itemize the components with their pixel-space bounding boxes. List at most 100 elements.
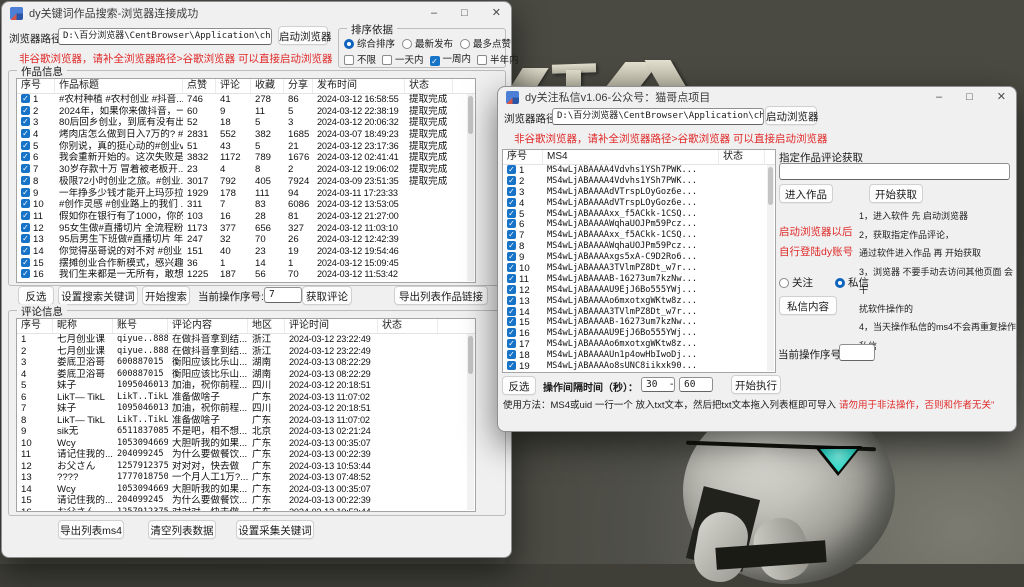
table-row[interactable]: 5 妹子 1095046013 加油，祝你前程... 四川 2024-03-12… xyxy=(17,380,475,392)
table-row[interactable]: 4 娄底卫浴哥 600887015 衡阳应该比乐山... 湖南 2024-03-… xyxy=(17,369,475,381)
start-execute-button[interactable]: 开始执行 xyxy=(731,375,781,394)
comments-table[interactable]: 序号 昵称 账号 评论内容 地区 评论时间 状态 1 七月创业课 qiyue..… xyxy=(16,318,476,512)
works-table[interactable]: 序号 作品标题 点赞 评论 收藏 分享 发布时间 状态 ✓1 #农村种植 #农村… xyxy=(16,78,476,283)
check-icon[interactable]: ✓ xyxy=(21,234,30,243)
table-row[interactable]: ✓17 MS4wLjABAAAAo6mxotxgWKtw8z... xyxy=(503,339,775,350)
radio-icon[interactable] xyxy=(402,39,412,49)
table-row[interactable]: ✓14 MS4wLjABAAAA3TVlmPZ8Dt_w7r... xyxy=(503,307,775,318)
title-bar[interactable]: dy关注私信v1.06-公众号：猫哥点项目 – □ ✕ xyxy=(498,87,1016,107)
time-filter-checkbox[interactable]: 不限 xyxy=(344,52,376,66)
export-work-links-button[interactable]: 导出列表作品链接 xyxy=(394,286,488,305)
check-icon[interactable]: ✓ xyxy=(21,258,30,267)
table-row[interactable]: ✓9 MS4wLjABAAAAxgs5xA-C9D2Ro6... xyxy=(503,252,775,263)
check-icon[interactable]: ✓ xyxy=(507,241,516,250)
export-ms4-button[interactable]: 导出列表ms4 xyxy=(58,520,124,539)
current-index-input[interactable]: 7 xyxy=(264,287,302,303)
clear-list-button[interactable]: 清空列表数据 xyxy=(148,520,216,539)
table-row[interactable]: ✓9 一年挣多少钱才能开上玛莎拉... 1929 178 111 94 2024… xyxy=(17,188,475,200)
dm-content-button[interactable]: 私信内容 xyxy=(779,296,837,315)
invert-selection-button[interactable]: 反选 xyxy=(18,286,54,305)
sort-radio[interactable]: 综合排序 xyxy=(344,36,395,50)
table-row[interactable]: ✓1 #农村种植 #农村创业 #抖音... 746 41 278 86 2024… xyxy=(17,94,475,106)
table-row[interactable]: ✓14 你觉得巫哥说的对不对 #创业... 151 40 23 19 2024-… xyxy=(17,246,475,258)
check-icon[interactable]: ✓ xyxy=(507,187,516,196)
checkbox-icon[interactable] xyxy=(382,55,392,65)
check-icon[interactable]: ✓ xyxy=(21,223,30,232)
check-icon[interactable]: ✓ xyxy=(507,307,516,316)
table-row[interactable]: ✓18 MS4wLjABAAAAUn1p4owHbIwoDj... xyxy=(503,350,775,361)
check-icon[interactable]: ✓ xyxy=(21,269,30,278)
table-row[interactable]: ✓1 MS4wLjABAAAA4Vdvhs1YSh7PWK... xyxy=(503,165,775,176)
minimize-icon[interactable]: – xyxy=(431,8,437,19)
check-icon[interactable]: ✓ xyxy=(21,176,30,185)
check-icon[interactable]: ✓ xyxy=(507,285,516,294)
table-row[interactable]: ✓5 你别说，真的挺心动的#创业vlog 51 43 5 21 2024-03-… xyxy=(17,141,475,153)
check-icon[interactable]: ✓ xyxy=(21,94,30,103)
table-row[interactable]: ✓11 假如你在银行有了1000，你的... 103 16 28 81 2024… xyxy=(17,211,475,223)
ms4-table[interactable]: 序号 MS4 状态 ✓1 MS4wLjABAAAA4Vdvhs1YSh7PWK.… xyxy=(502,149,776,373)
table-row[interactable]: 3 娄底卫浴哥 600887015 衡阳应该比乐山... 湖南 2024-03-… xyxy=(17,357,475,369)
table-row[interactable]: ✓13 95后男生下班做#直播切片 年... 247 32 70 26 2024… xyxy=(17,234,475,246)
table-row[interactable]: ✓4 MS4wLjABAAAAdVTrspLOyGoz6e... xyxy=(503,198,775,209)
table-row[interactable]: 2 七月创业课 qiyue..888 在做抖音拿到结... 浙江 2024-03… xyxy=(17,346,475,358)
table-row[interactable]: ✓7 MS4wLjABAAAAxx_f5ACkk-1CSQ... xyxy=(503,230,775,241)
radio-icon[interactable] xyxy=(835,278,845,288)
table-row[interactable]: 10 Wcy 1053094669 大胆听我的如果... 广东 2024-03-… xyxy=(17,438,475,450)
table-row[interactable]: ✓16 我们生来都是一无所有，敢想... 1225 187 56 70 2024… xyxy=(17,269,475,281)
scrollbar-thumb[interactable] xyxy=(468,96,473,134)
table-row[interactable]: 14 Wcy 1053094669 大胆听我的如果... 广东 2024-03-… xyxy=(17,484,475,496)
start-get-button[interactable]: 开始获取 xyxy=(869,184,923,203)
table-row[interactable]: ✓2 MS4wLjABAAAA4Vdvhs1YSh7PWK... xyxy=(503,176,775,187)
check-icon[interactable]: ✓ xyxy=(507,339,516,348)
check-icon[interactable]: ✓ xyxy=(507,230,516,239)
close-icon[interactable]: ✕ xyxy=(492,8,501,19)
table-row[interactable]: ✓12 95女生做#直播切片 全流程粉... 1173 377 656 327 … xyxy=(17,223,475,235)
set-search-keywords-button[interactable]: 设置搜索关键词 xyxy=(58,286,138,305)
table-row[interactable]: ✓13 MS4wLjABAAAAo6mxotxgWKtw8z... xyxy=(503,296,775,307)
table-row[interactable]: 8 LikT— TikL LikT..TikL 准备做啥子 广东 2024-03… xyxy=(17,415,475,427)
radio-icon[interactable] xyxy=(460,39,470,49)
checkbox-icon[interactable] xyxy=(477,55,487,65)
launch-browser-button[interactable]: 启动浏览器 xyxy=(765,106,817,125)
follow-radio[interactable]: 关注 xyxy=(779,275,813,290)
maximize-icon[interactable]: □ xyxy=(461,8,468,19)
check-icon[interactable]: ✓ xyxy=(507,198,516,207)
get-comments-button[interactable]: 获取评论 xyxy=(302,286,352,305)
table-row[interactable]: ✓16 MS4wLjABAAAAU9EjJ6Bo555YWj... xyxy=(503,328,775,339)
check-icon[interactable]: ✓ xyxy=(507,328,516,337)
close-icon[interactable]: ✕ xyxy=(997,92,1006,103)
set-collect-keywords-button[interactable]: 设置采集关键词 xyxy=(236,520,314,539)
table-row[interactable]: ✓6 我会重新开始的。这次失败是... 3832 1172 789 1676 2… xyxy=(17,152,475,164)
check-icon[interactable]: ✓ xyxy=(21,106,30,115)
check-icon[interactable]: ✓ xyxy=(507,209,516,218)
sort-radio[interactable]: 最多点赞 xyxy=(460,36,511,50)
check-icon[interactable]: ✓ xyxy=(21,188,30,197)
table-row[interactable]: ✓15 摆摊创业合作新模式，感兴趣... 36 1 14 1 2024-03-1… xyxy=(17,258,475,270)
time-filter-checkbox[interactable]: ✓一周内 xyxy=(430,51,472,66)
table-row[interactable]: ✓3 80后回乡创业，到底有没有出... 52 18 5 3 2024-03-1… xyxy=(17,117,475,129)
check-icon[interactable]: ✓ xyxy=(507,219,516,228)
table-row[interactable]: ✓19 MS4wLjABAAAAo8sUNC8iikxk90... xyxy=(503,361,775,372)
check-icon[interactable]: ✓ xyxy=(507,274,516,283)
interval-max-input[interactable]: 60 xyxy=(679,377,713,392)
scrollbar[interactable] xyxy=(467,94,474,281)
scrollbar-thumb[interactable] xyxy=(468,336,473,374)
scrollbar[interactable] xyxy=(467,334,474,510)
current-index-input[interactable] xyxy=(839,344,875,361)
start-search-button[interactable]: 开始搜索 xyxy=(142,286,190,305)
table-row[interactable]: 11 请记住我的... 204099245 为什么要做餐饮... 广东 2024… xyxy=(17,449,475,461)
sort-radio[interactable]: 最新发布 xyxy=(402,36,453,50)
check-icon[interactable]: ✓ xyxy=(507,252,516,261)
table-row[interactable]: 13 ???? 1777018750 一个月人工1万?... 广东 2024-0… xyxy=(17,472,475,484)
radio-icon[interactable] xyxy=(779,278,789,288)
check-icon[interactable]: ✓ xyxy=(21,117,30,126)
maximize-icon[interactable]: □ xyxy=(966,92,973,103)
check-icon[interactable]: ✓ xyxy=(21,164,30,173)
scrollbar[interactable] xyxy=(767,165,774,371)
table-row[interactable]: ✓8 MS4wLjABAAAAWqhaUOJPm59Pcz... xyxy=(503,241,775,252)
check-icon[interactable]: ✓ xyxy=(21,211,30,220)
launch-browser-button[interactable]: 启动浏览器 xyxy=(278,26,328,45)
table-row[interactable]: ✓2 2024年，如果你来做抖音，一... 60 9 11 5 2024-03-… xyxy=(17,106,475,118)
browser-path-input[interactable]: D:\百分浏览器\CentBrowser\Application\chrome.… xyxy=(58,28,272,45)
target-work-input[interactable] xyxy=(779,163,1010,180)
